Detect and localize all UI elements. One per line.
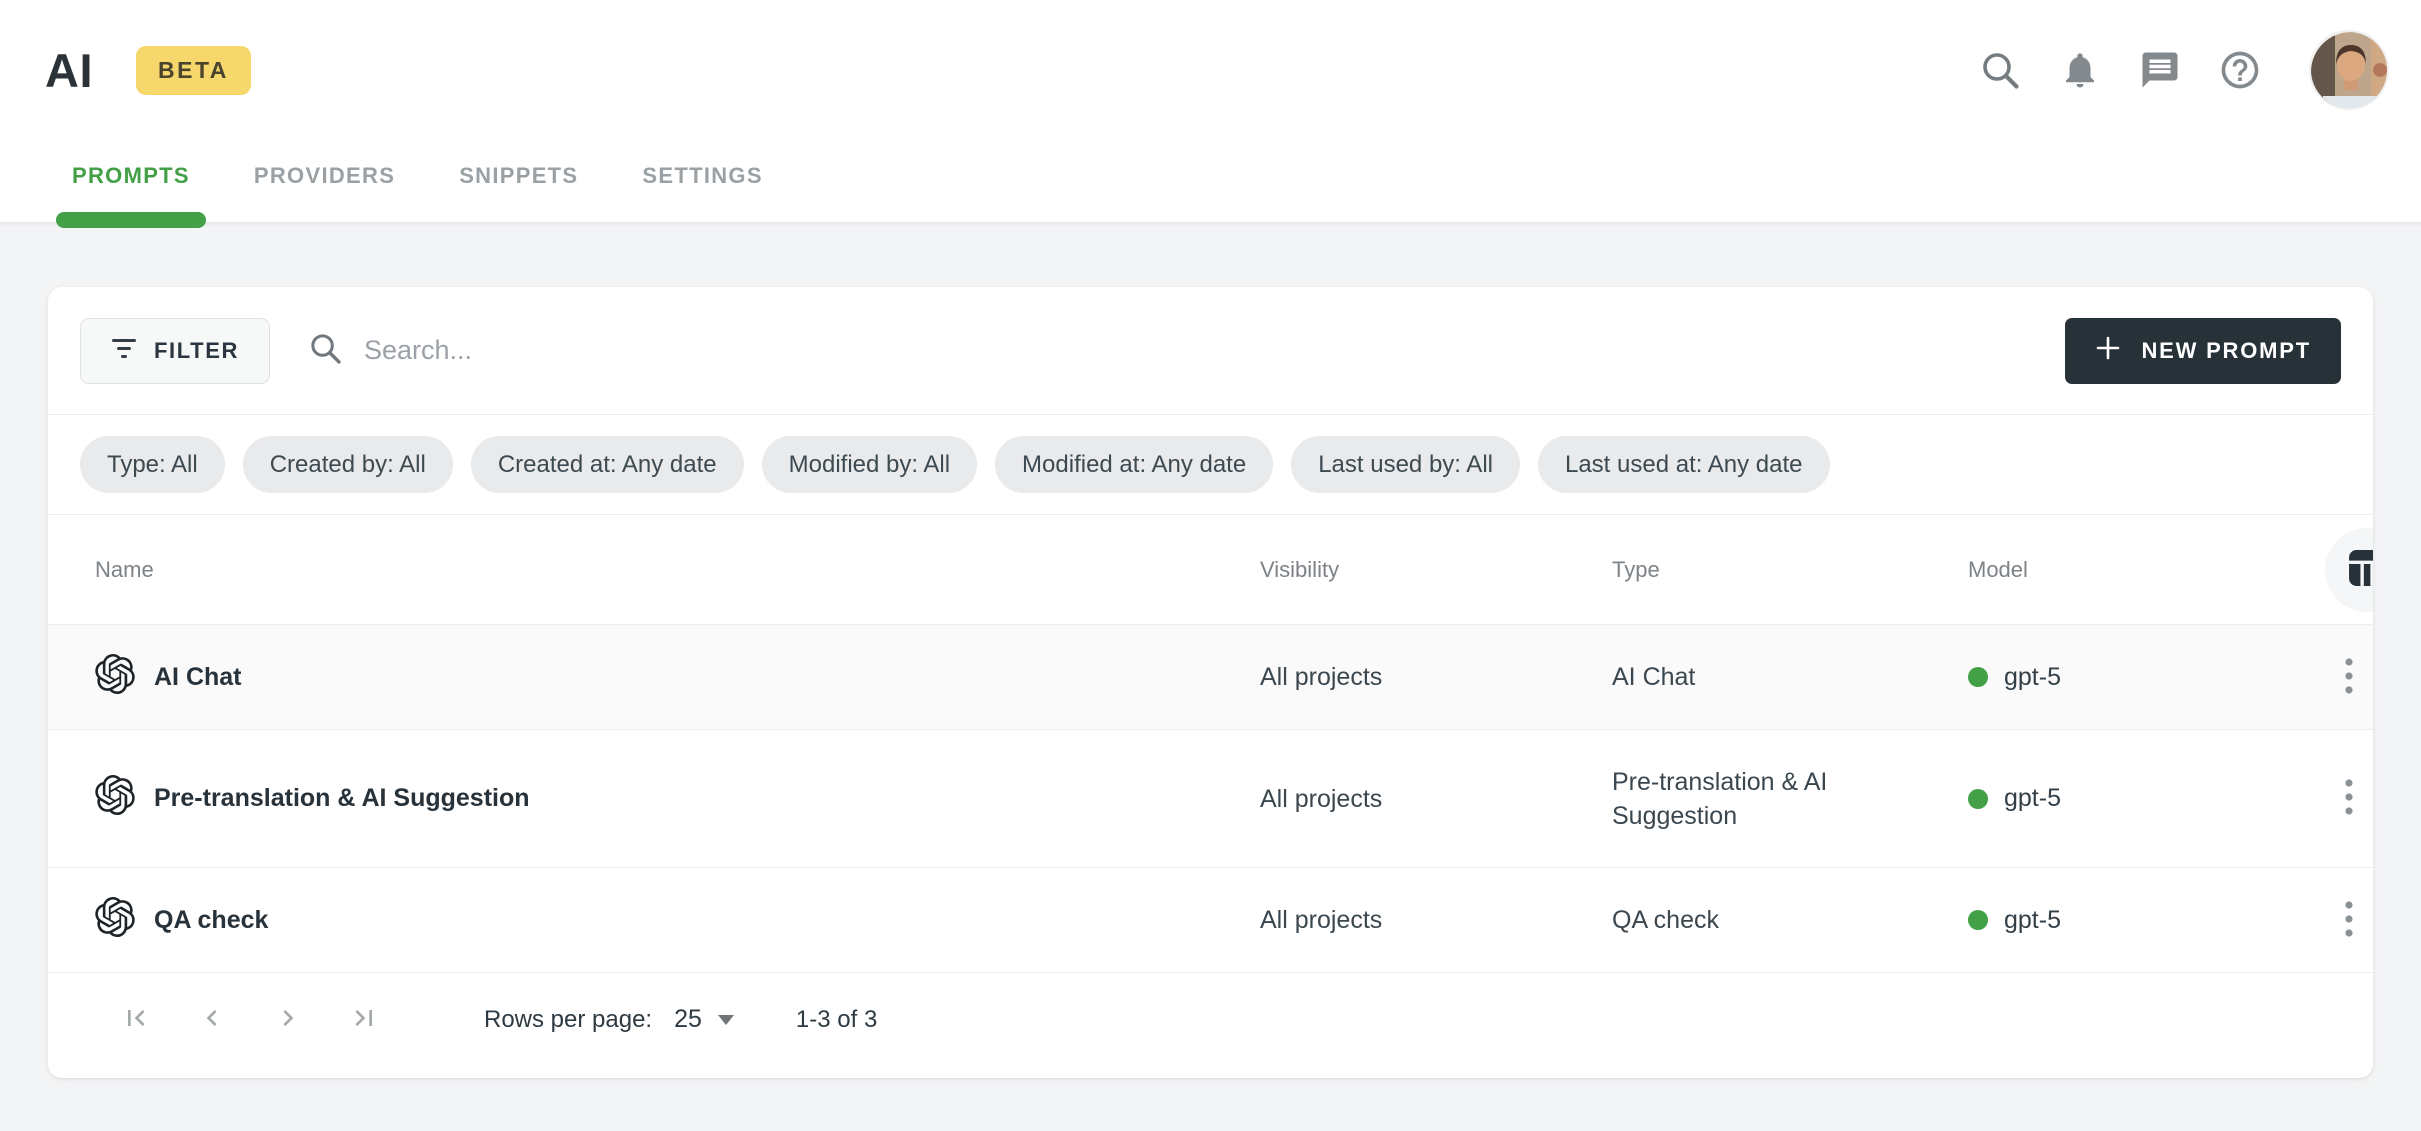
chip-created-by[interactable]: Created by: All (243, 436, 453, 493)
help-button[interactable] (2215, 45, 2265, 95)
column-header-visibility: Visibility (1260, 557, 1612, 583)
column-header-name: Name (95, 557, 1260, 583)
openai-icon (95, 897, 135, 944)
topbar: AI BETA (0, 0, 2421, 130)
search-icon (1979, 49, 2021, 91)
user-avatar[interactable] (2309, 30, 2389, 110)
filter-button[interactable]: FILTER (80, 318, 270, 384)
active-tab-indicator (56, 212, 206, 228)
notifications-button[interactable] (2055, 45, 2105, 95)
table-header: Name Visibility Type Model (48, 515, 2373, 625)
prompts-card: FILTER (48, 287, 2373, 1078)
table-row[interactable]: QA check All projects QA check gpt-5 (48, 868, 2373, 973)
columns-icon (2348, 549, 2373, 590)
prompt-type: Pre-translation & AI Suggestion (1612, 765, 1968, 833)
first-page-icon (120, 1002, 152, 1037)
prompt-model: gpt-5 (2004, 906, 2061, 935)
kebab-icon (2344, 899, 2354, 942)
rows-per-page-select[interactable]: 25 (674, 1005, 734, 1034)
card-toolbar: FILTER (48, 287, 2373, 415)
column-settings-button[interactable] (2325, 528, 2373, 612)
model-status-dot (1968, 667, 1988, 687)
row-menu-button[interactable] (2325, 653, 2373, 701)
new-prompt-button-label: NEW PROMPT (2141, 338, 2311, 364)
chip-modified-by[interactable]: Modified by: All (762, 436, 977, 493)
tab-providers-label: PROVIDERS (254, 163, 395, 189)
tab-settings-label: SETTINGS (642, 163, 762, 189)
rows-per-page-value: 25 (674, 1005, 702, 1034)
pagination-nav (112, 996, 388, 1044)
next-page-button[interactable] (264, 996, 312, 1044)
last-page-icon (348, 1002, 380, 1037)
model-status-dot (1968, 910, 1988, 930)
chevron-right-icon (272, 1002, 304, 1037)
chip-modified-at[interactable]: Modified at: Any date (995, 436, 1273, 493)
bell-icon (2059, 49, 2101, 91)
pagination-range: 1-3 of 3 (796, 1006, 877, 1034)
prompt-type: AI Chat (1612, 660, 1968, 694)
chevron-down-icon (718, 1015, 734, 1025)
topbar-actions (1975, 30, 2389, 110)
help-icon (2218, 48, 2262, 92)
kebab-icon (2344, 777, 2354, 820)
row-menu-button[interactable] (2325, 896, 2373, 944)
brand: AI BETA (45, 43, 251, 98)
prompt-visibility: All projects (1260, 903, 1612, 937)
tab-prompts-label: PROMPTS (72, 163, 190, 189)
kebab-icon (2344, 656, 2354, 699)
feedback-button[interactable] (2135, 45, 2185, 95)
chat-icon (2139, 49, 2181, 91)
chip-last-used-by[interactable]: Last used by: All (1291, 436, 1520, 493)
plus-icon (2095, 335, 2121, 367)
new-prompt-button[interactable]: NEW PROMPT (2065, 318, 2341, 384)
model-status-dot (1968, 789, 1988, 809)
openai-icon (95, 654, 135, 701)
tab-snippets[interactable]: SNIPPETS (443, 130, 594, 222)
previous-page-button[interactable] (188, 996, 236, 1044)
search-field (308, 331, 2065, 370)
prompt-visibility: All projects (1260, 660, 1612, 694)
table-row[interactable]: Pre-translation & AI Suggestion All proj… (48, 730, 2373, 868)
table-row[interactable]: AI Chat All projects AI Chat gpt-5 (48, 625, 2373, 730)
chevron-left-icon (196, 1002, 228, 1037)
prompt-name: Pre-translation & AI Suggestion (154, 784, 530, 813)
content-area: FILTER (0, 222, 2421, 1131)
filter-button-label: FILTER (154, 338, 239, 364)
search-input[interactable] (364, 335, 1594, 366)
app-root: AI BETA (0, 0, 2421, 1131)
chip-last-used-at[interactable]: Last used at: Any date (1538, 436, 1830, 493)
tab-snippets-label: SNIPPETS (459, 163, 578, 189)
column-header-type: Type (1612, 557, 1968, 583)
main-tabs: PROMPTS PROVIDERS SNIPPETS SETTINGS (0, 130, 2421, 222)
pagination-bar: Rows per page: 25 1-3 of 3 (48, 973, 2373, 1066)
beta-badge: BETA (136, 46, 251, 95)
filter-chips-row: Type: All Created by: All Created at: An… (48, 415, 2373, 515)
table-header-actions (2325, 528, 2373, 612)
prompt-type: QA check (1612, 903, 1968, 937)
app-logo: AI (45, 43, 93, 98)
prompt-name: QA check (154, 906, 268, 935)
rows-per-page-label: Rows per page: (484, 1006, 652, 1034)
column-header-model: Model (1968, 557, 2325, 583)
prompt-visibility: All projects (1260, 782, 1612, 816)
last-page-button[interactable] (340, 996, 388, 1044)
prompt-name: AI Chat (154, 663, 242, 692)
prompt-model: gpt-5 (2004, 784, 2061, 813)
search-button[interactable] (1975, 45, 2025, 95)
tab-settings[interactable]: SETTINGS (626, 130, 778, 222)
row-menu-button[interactable] (2325, 775, 2373, 823)
filter-icon (111, 335, 137, 367)
prompt-model: gpt-5 (2004, 663, 2061, 692)
first-page-button[interactable] (112, 996, 160, 1044)
chip-created-at[interactable]: Created at: Any date (471, 436, 744, 493)
tab-providers[interactable]: PROVIDERS (238, 130, 411, 222)
chip-type[interactable]: Type: All (80, 436, 225, 493)
search-icon (308, 331, 342, 370)
openai-icon (95, 775, 135, 822)
tab-prompts[interactable]: PROMPTS (56, 130, 206, 222)
